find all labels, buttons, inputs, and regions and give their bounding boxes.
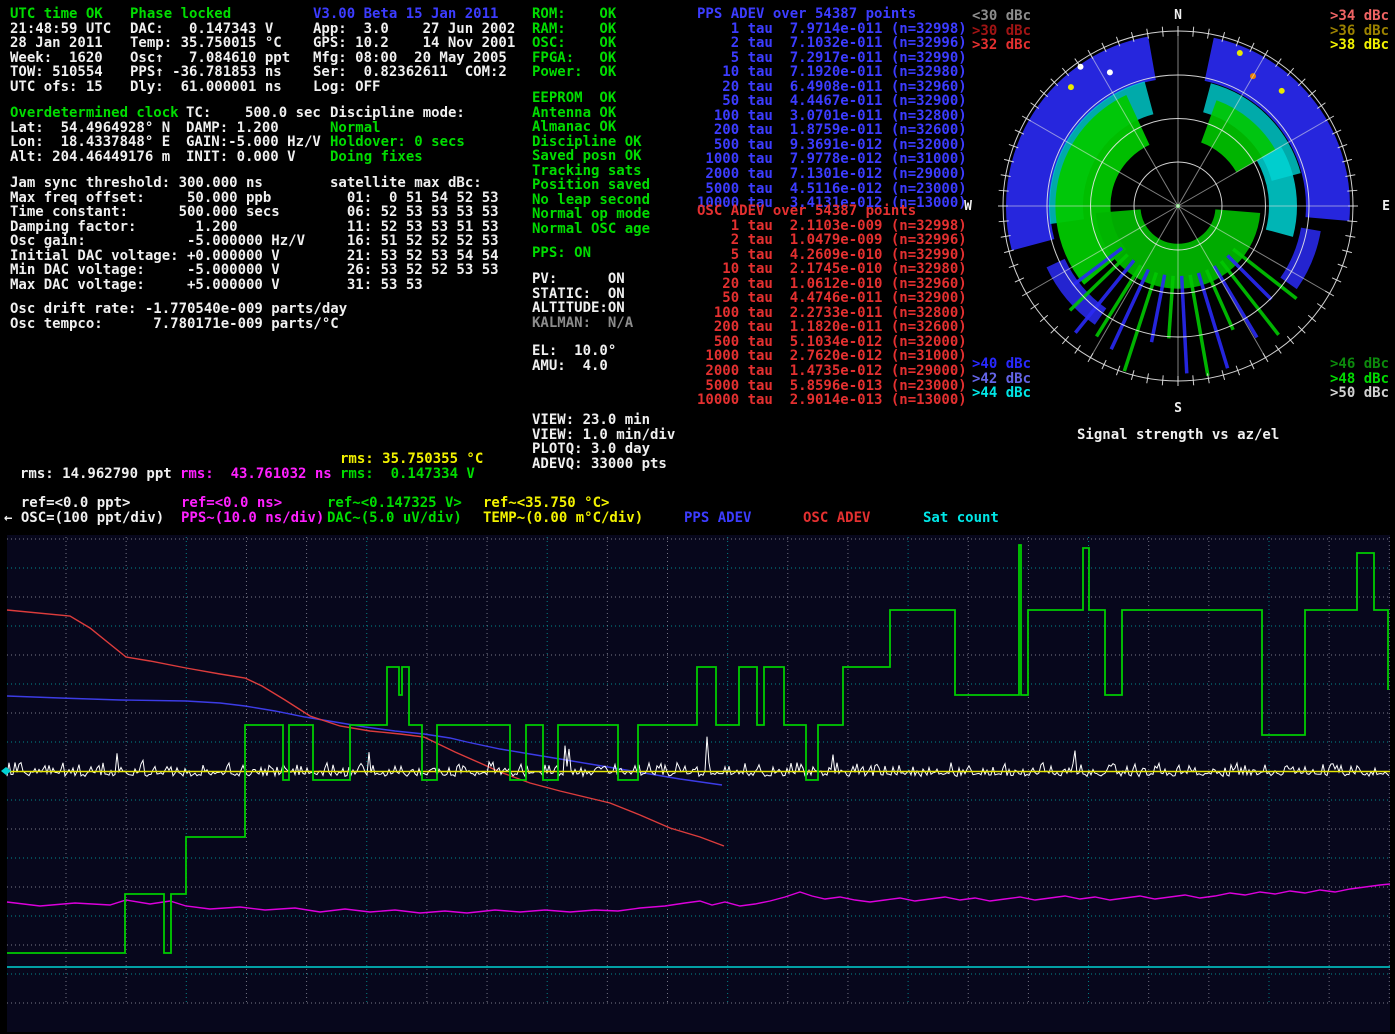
plot-area[interactable] — [0, 0, 1395, 1034]
lady-heather-screen: UTC time OK21:48:59 UTC28 Jan 2011Week: … — [0, 0, 1395, 1034]
